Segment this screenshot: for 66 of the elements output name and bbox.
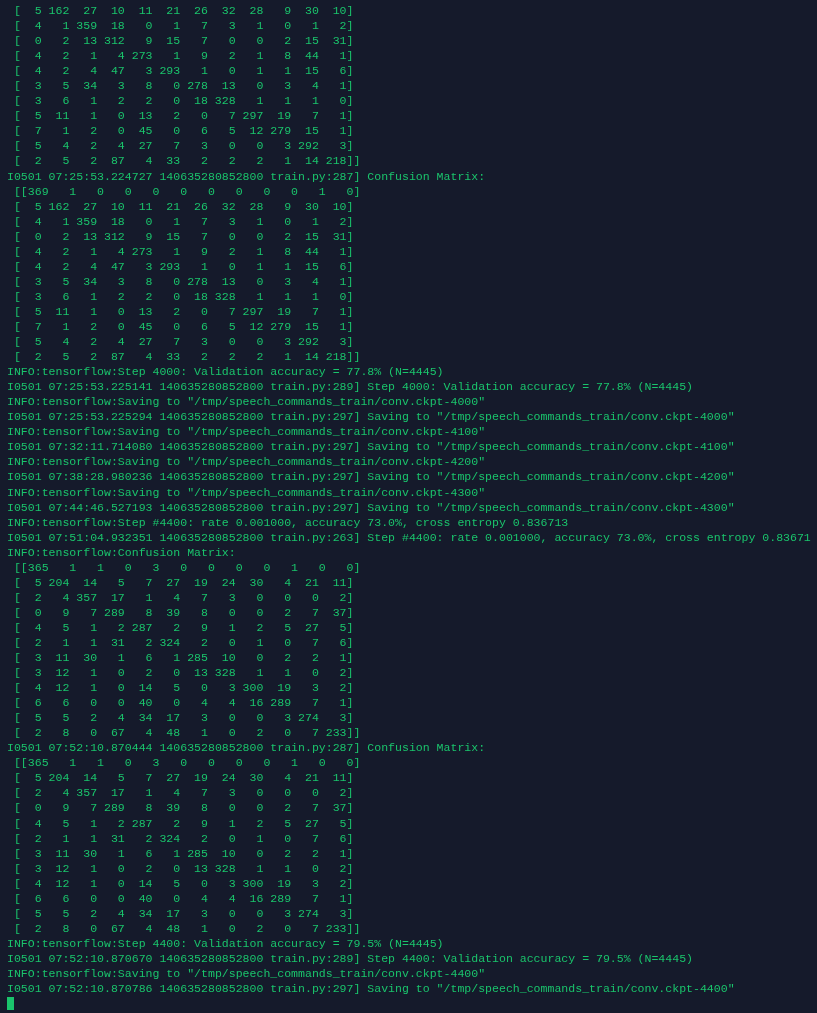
matrix-row: [ 5 204 14 5 7 27 19 24 30 4 21 11]	[13, 574, 354, 590]
matrix-row: [ 2 8 0 67 4 48 1 0 2 0 7 233]]	[13, 725, 361, 741]
matrix-row: [[365 1 1 0 3 0 0 0 0 1 0 0]	[13, 559, 361, 575]
matrix-row: [ 4 5 1 2 287 2 9 1 2 5 27 5]	[13, 619, 354, 635]
log-line: I0501 07:25:53.224727 140635280852800 train.py:287] Confusion Matrix:	[7, 168, 486, 184]
log-line: I0501 07:44:46.527193 140635280852800 train.py:297] Saving to "/tmp/speech_commands_train/conv.ckpt-4300"	[7, 499, 735, 515]
log-line: I0501 07:52:10.870786 140635280852800 train.py:297] Saving to "/tmp/speech_commands_train/conv.ckpt-4400"	[7, 981, 735, 997]
log-line: I0501 07:52:10.870444 140635280852800 train.py:287] Confusion Matrix:	[7, 740, 486, 756]
log-line: INFO:tensorflow:Saving to "/tmp/speech_commands_train/conv.ckpt-4400"	[7, 966, 486, 982]
matrix-row: [ 3 5 34 3 8 0 278 13 0 3 4 1]	[13, 273, 354, 289]
matrix-row: [ 0 2 13 312 9 15 7 0 0 2 15 31]	[13, 33, 354, 49]
matrix-row: [ 3 12 1 0 2 0 13 328 1 1 0 2]	[13, 665, 354, 681]
matrix-row: [ 2 5 2 87 4 33 2 2 2 1 14 218]]	[13, 153, 361, 169]
matrix-row: [ 5 11 1 0 13 2 0 7 297 19 7 1]	[13, 108, 354, 124]
matrix-row: [ 5 204 14 5 7 27 19 24 30 4 21 11]	[13, 770, 354, 786]
matrix-row: [ 2 1 1 31 2 324 2 0 1 0 7 6]	[13, 634, 354, 650]
log-line: INFO:tensorflow:Saving to "/tmp/speech_commands_train/conv.ckpt-4100"	[7, 424, 486, 440]
matrix-row: [ 4 2 4 47 3 293 1 0 1 1 15 6]	[13, 63, 354, 79]
matrix-row: [ 4 1 359 18 0 1 7 3 1 0 1 2]	[13, 213, 354, 229]
matrix-row: [ 5 162 27 10 11 21 26 32 28 9 30 10]	[13, 198, 354, 214]
matrix-row: [ 5 11 1 0 13 2 0 7 297 19 7 1]	[13, 303, 354, 319]
matrix-row: [ 5 5 2 4 34 17 3 0 0 3 274 3]	[13, 710, 354, 726]
matrix-row: [ 0 9 7 289 8 39 8 0 0 2 7 37]	[13, 800, 354, 816]
log-line: INFO:tensorflow:Saving to "/tmp/speech_commands_train/conv.ckpt-4200"	[7, 454, 486, 470]
matrix-row: [ 2 8 0 67 4 48 1 0 2 0 7 233]]	[13, 920, 361, 936]
matrix-row: [ 3 5 34 3 8 0 278 13 0 3 4 1]	[13, 78, 354, 94]
log-line: I0501 07:25:53.225141 140635280852800 train.py:289] Step 4000: Validation accuracy = 77.8% (N=4445)	[7, 379, 693, 395]
matrix-row: [ 3 6 1 2 2 0 18 328 1 1 1 0]	[13, 93, 354, 109]
matrix-row: [ 4 12 1 0 14 5 0 3 300 19 3 2]	[13, 680, 354, 696]
log-line: INFO:tensorflow:Saving to "/tmp/speech_commands_train/conv.ckpt-4000"	[7, 394, 486, 410]
matrix-row: [ 5 4 2 4 27 7 3 0 0 3 292 3]	[13, 138, 354, 154]
matrix-row: [ 3 12 1 0 2 0 13 328 1 1 0 2]	[13, 860, 354, 876]
log-line: INFO:tensorflow:Confusion Matrix:	[7, 544, 236, 560]
log-line: INFO:tensorflow:Step #4400: rate 0.001000, accuracy 73.0%, cross entropy 0.836713	[7, 514, 569, 530]
log-line: I0501 07:51:04.932351 140635280852800 train.py:263] Step #4400: rate 0.001000, accuracy 73.0%, cross entropy 0.83671	[7, 529, 811, 545]
matrix-row: [[365 1 1 0 3 0 0 0 0 1 0 0]	[13, 755, 361, 771]
matrix-row: [ 3 11 30 1 6 1 285 10 0 2 2 1]	[13, 650, 354, 666]
matrix-row: [ 7 1 2 0 45 0 6 5 12 279 15 1]	[13, 319, 354, 335]
log-line: INFO:tensorflow:Saving to "/tmp/speech_commands_train/conv.ckpt-4300"	[7, 484, 486, 500]
matrix-row: [[369 1 0 0 0 0 0 0 0 0 1 0]	[13, 183, 361, 199]
matrix-row: [ 7 1 2 0 45 0 6 5 12 279 15 1]	[13, 123, 354, 139]
matrix-row: [ 5 4 2 4 27 7 3 0 0 3 292 3]	[13, 334, 354, 350]
matrix-row: [ 0 9 7 289 8 39 8 0 0 2 7 37]	[13, 604, 354, 620]
matrix-row: [ 2 4 357 17 1 4 7 3 0 0 0 2]	[13, 589, 354, 605]
matrix-row: [ 0 2 13 312 9 15 7 0 0 2 15 31]	[13, 228, 354, 244]
log-line: I0501 07:52:10.870670 140635280852800 train.py:289] Step 4400: Validation accuracy = 79.5% (N=4445)	[7, 950, 693, 966]
log-line: I0501 07:32:11.714080 140635280852800 train.py:297] Saving to "/tmp/speech_commands_train/conv.ckpt-4100"	[7, 439, 735, 455]
matrix-row: [ 4 1 359 18 0 1 7 3 1 0 1 2]	[13, 18, 354, 34]
matrix-row: [ 4 2 4 47 3 293 1 0 1 1 15 6]	[13, 258, 354, 274]
matrix-row: [ 2 5 2 87 4 33 2 2 2 1 14 218]]	[13, 349, 361, 365]
matrix-row: [ 5 5 2 4 34 17 3 0 0 3 274 3]	[13, 905, 354, 921]
log-line: INFO:tensorflow:Step 4000: Validation accuracy = 77.8% (N=4445)	[7, 364, 444, 380]
matrix-row: [ 4 2 1 4 273 1 9 2 1 8 44 1]	[13, 243, 354, 259]
matrix-row: [ 4 2 1 4 273 1 9 2 1 8 44 1]	[13, 48, 354, 64]
matrix-row: [ 4 5 1 2 287 2 9 1 2 5 27 5]	[13, 815, 354, 831]
log-line: INFO:tensorflow:Step 4400: Validation accuracy = 79.5% (N=4445)	[7, 935, 444, 951]
matrix-row: [ 6 6 0 0 40 0 4 4 16 289 7 1]	[13, 890, 354, 906]
log-line: I0501 07:38:28.980236 140635280852800 train.py:297] Saving to "/tmp/speech_commands_train/conv.ckpt-4200"	[7, 469, 735, 485]
matrix-row: [ 6 6 0 0 40 0 4 4 16 289 7 1]	[13, 695, 354, 711]
matrix-row: [ 2 1 1 31 2 324 2 0 1 0 7 6]	[13, 830, 354, 846]
matrix-row: [ 2 4 357 17 1 4 7 3 0 0 0 2]	[13, 785, 354, 801]
matrix-row: [ 3 6 1 2 2 0 18 328 1 1 1 0]	[13, 288, 354, 304]
matrix-row: [ 4 12 1 0 14 5 0 3 300 19 3 2]	[13, 875, 354, 891]
matrix-row: [ 3 11 30 1 6 1 285 10 0 2 2 1]	[13, 845, 354, 861]
matrix-row: [ 5 162 27 10 11 21 26 32 28 9 30 10]	[13, 3, 354, 19]
log-line: I0501 07:25:53.225294 140635280852800 train.py:297] Saving to "/tmp/speech_commands_train/conv.ckpt-4000"	[7, 409, 735, 425]
